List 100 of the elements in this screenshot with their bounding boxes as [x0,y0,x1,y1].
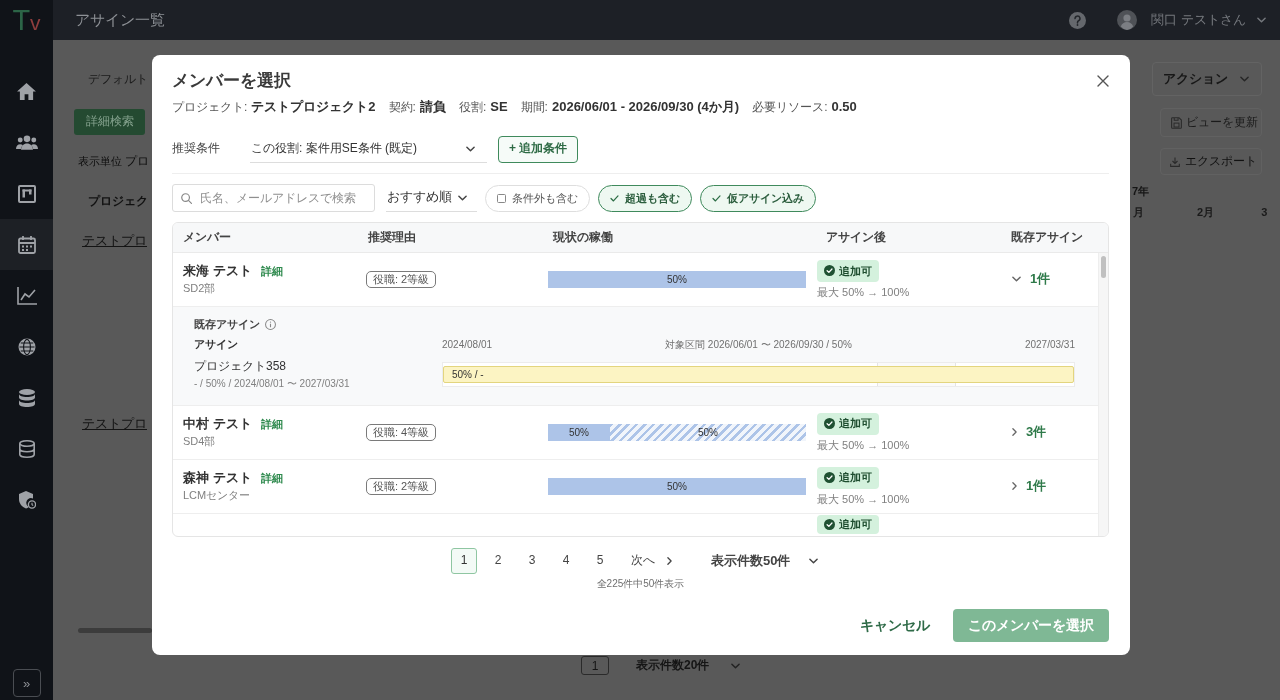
home-icon [17,83,36,100]
project-name: プロジェクト358 [194,359,287,375]
member-name: 中村 テスト [183,416,252,434]
assignment-bar: 50% / - [443,366,1074,383]
capacity-text: 最大 50% → 100% [817,491,910,506]
column-header: 既存アサイン [1011,229,1083,244]
database-icon [18,388,35,407]
user-menu[interactable]: 関口 テストさん [1117,10,1266,30]
scrollbar-thumb[interactable] [78,628,152,633]
check-icon [712,194,721,202]
page-button[interactable]: 5 [587,548,613,574]
save-icon [1171,116,1182,129]
app-logo: Tv [12,3,41,38]
target-period-label: 対象区間 2026/06/01 〜 2026/09/30 / 50% [665,338,852,352]
search-field[interactable]: 氏名、メールアドレスで検索 [172,184,375,212]
status-label: 追加可 [839,263,872,278]
detail-link[interactable]: 詳細 [260,417,283,432]
month-label: 月 [1133,205,1144,219]
department-label: SD2部 [183,281,216,296]
database-icon [18,439,35,458]
detail-link[interactable]: 詳細 [260,471,283,486]
column-header: 現状の稼働 [553,229,613,244]
caret-icon [809,558,819,564]
caret-icon [466,145,475,152]
column-header: アサイン [194,338,238,351]
next-page-button[interactable]: 次へ [631,553,672,569]
check-circle-icon [824,418,835,430]
section-title: 既存アサイン [194,317,260,332]
existing-assignments-toggle[interactable]: 1件 [1012,271,1051,288]
existing-assignments-toggle[interactable]: 3件 [1012,423,1047,441]
users-icon [15,135,38,150]
expand-sidebar-button[interactable]: » [12,669,41,697]
meta-label: 期間: [520,99,548,116]
dialog-title: メンバーを選択 [172,70,291,92]
month-label: 2月 [1197,205,1215,219]
check-icon [610,194,619,202]
status-label: 追加可 [839,517,872,532]
meta-label: 必要リソース: [752,99,828,116]
meta-label: 契約: [388,99,416,116]
info-icon [265,318,276,330]
line-chart-icon [16,286,37,305]
meta-label: プロジェクト: [172,99,248,116]
cancel-button[interactable]: キャンセル [858,609,932,642]
meta-label: 役割: [458,99,487,116]
meta-value: SE [490,98,508,116]
globe-icon [17,337,36,356]
filter-chip[interactable]: 超過も含む [598,184,692,212]
existing-assignments-toggle[interactable]: 1件 [1012,477,1047,495]
meta-value: 0.50 [831,98,857,116]
sidebar-nav-item[interactable] [0,219,53,270]
help-icon[interactable] [1069,11,1087,29]
check-circle-icon [824,518,835,530]
page-button[interactable]: 3 [519,548,545,574]
assignment-summary: - / 50% / 2024/08/01 〜 2027/03/31 [194,376,350,390]
page-button[interactable]: 4 [553,548,579,574]
month-label: 3 [1261,205,1268,219]
close-icon[interactable] [1097,75,1109,87]
filter-chip[interactable]: 条件外も含む [485,184,590,212]
member-name: 来海 テスト [183,263,252,281]
role-tag: 役職: 4等級 [366,423,437,441]
timeline-start-date: 2024/08/01 [442,338,493,352]
page-button[interactable]: 1 [451,548,477,574]
criteria-select[interactable]: この役割: 案件用SE条件 (既定) [250,135,487,163]
workload-segment: 50% [548,423,610,441]
caret-icon [1240,76,1249,82]
check-circle-icon [824,472,835,484]
department-label: SD4部 [183,434,216,449]
shield-icon [17,490,36,509]
download-icon [1170,156,1180,167]
role-tag: 役職: 2等級 [366,271,437,288]
add-criteria-button[interactable]: + 追加条件 [498,135,579,163]
caret-icon [1257,17,1266,23]
detail-link[interactable]: 詳細 [260,264,283,279]
meta-value: 請負 [419,98,446,116]
capacity-text: 最大 50% → 100% [817,437,910,452]
column-header: メンバー [183,229,231,244]
checkbox-icon [497,193,506,203]
result-count: 全225件中50件表示 [596,577,685,591]
timeline-end-date: 2027/03/31 [1024,338,1075,352]
chevron-right-icon [667,557,672,565]
status-label: 追加可 [839,470,872,485]
caret-icon [731,662,741,669]
advanced-search-button[interactable]: 詳細検索 [74,109,145,135]
workload-segment: 50% [548,477,806,495]
page-size-select[interactable]: 表示件数50件 [711,552,819,570]
department-label: LCMセンター [183,488,251,503]
meta-value: 2026/06/01 - 2026/09/30 (4か月) [551,98,740,116]
status-label: 追加可 [839,416,872,431]
workload-segment: 50% [548,271,806,288]
tentative-workload-segment: 50% [609,423,806,441]
page-button[interactable]: 2 [485,548,511,574]
avatar-icon [1117,10,1138,30]
filter-chip[interactable]: 仮アサイン込み [700,184,816,212]
page-title: アサイン一覧 [75,10,165,30]
search-icon [181,193,192,204]
criteria-label: 推奨条件 [172,141,221,157]
sort-select[interactable]: おすすめ順 [386,184,477,212]
calendar-icon [17,235,36,254]
scrollbar-thumb[interactable] [1101,256,1106,278]
member-name: 森神 テスト [183,470,252,488]
